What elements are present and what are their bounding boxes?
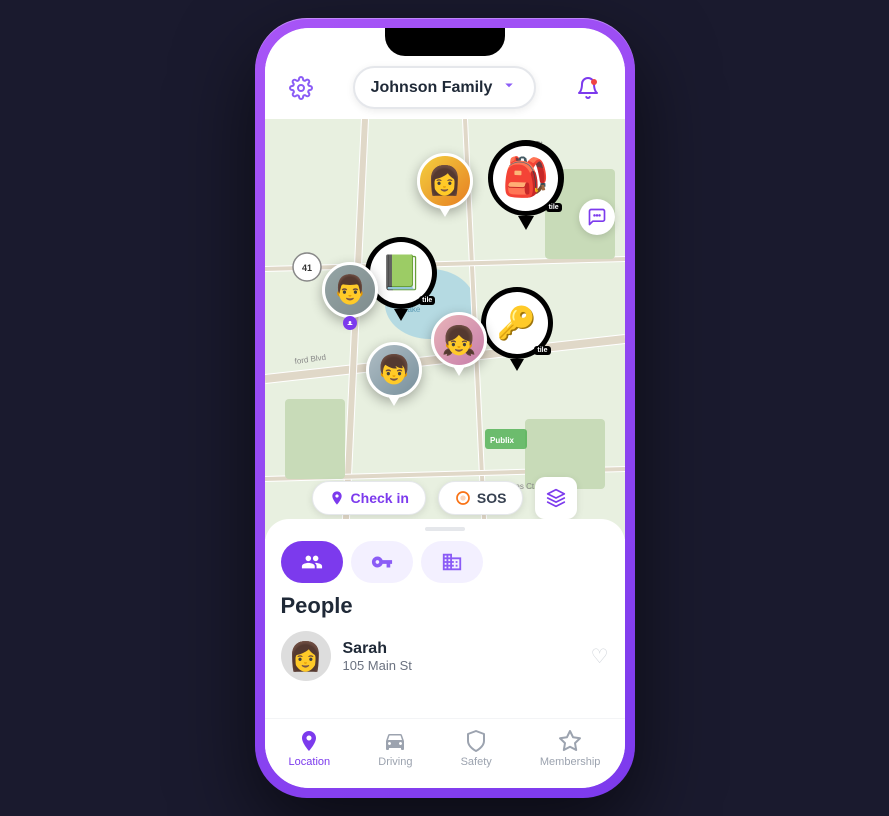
phone-notch xyxy=(385,28,505,56)
nav-location-label: Location xyxy=(289,756,331,768)
bottom-navigation: Location Driving Safety Membership xyxy=(265,718,625,788)
nav-safety-label: Safety xyxy=(461,756,492,768)
person-location-sarah: 105 Main St xyxy=(343,658,579,673)
tab-places[interactable] xyxy=(421,541,483,583)
marker-teen[interactable]: 👦 xyxy=(366,342,422,406)
layers-button[interactable] xyxy=(535,477,577,519)
svg-text:Publix: Publix xyxy=(490,436,515,445)
marker-girl2[interactable]: 👧 xyxy=(431,312,487,376)
sos-label: SOS xyxy=(477,490,507,506)
dropdown-arrow-icon xyxy=(500,76,518,99)
nav-driving[interactable]: Driving xyxy=(378,729,412,768)
marker-backpack[interactable]: 🎒 tile xyxy=(488,140,564,230)
nav-membership[interactable]: Membership xyxy=(540,729,601,768)
person-info-sarah: Sarah 105 Main St xyxy=(343,640,579,673)
checkin-button[interactable]: Check in xyxy=(312,481,426,515)
notifications-button[interactable] xyxy=(570,70,606,106)
person-row-sarah[interactable]: 👩 Sarah 105 Main St ♡ xyxy=(281,631,609,681)
family-name: Johnson Family xyxy=(371,79,493,97)
settings-button[interactable] xyxy=(283,70,319,106)
marker-keys[interactable]: 🔑 tile xyxy=(481,287,553,371)
nav-location[interactable]: Location xyxy=(289,729,331,768)
person-name-sarah: Sarah xyxy=(343,640,579,658)
safety-icon xyxy=(464,729,488,753)
view-tabs xyxy=(265,531,625,593)
phone-frame: Johnson Family xyxy=(255,18,635,798)
tab-people[interactable] xyxy=(281,541,343,583)
section-title: People xyxy=(281,593,609,619)
bottom-panel: People 👩 Sarah 105 Main St ♡ xyxy=(265,519,625,718)
map-area[interactable]: ford Blvd Bradyville Rd Todds Lake 41 Pu… xyxy=(265,119,625,539)
sos-button[interactable]: SOS xyxy=(438,481,524,515)
phone-screen: Johnson Family xyxy=(265,28,625,788)
chat-button[interactable] xyxy=(579,199,615,235)
favorite-button-sarah[interactable]: ♡ xyxy=(591,644,609,669)
person-avatar-sarah: 👩 xyxy=(281,631,331,681)
tab-items[interactable] xyxy=(351,541,413,583)
checkin-label: Check in xyxy=(351,490,409,506)
location-icon xyxy=(297,729,321,753)
svg-text:41: 41 xyxy=(302,263,312,273)
membership-icon xyxy=(558,729,582,753)
family-selector[interactable]: Johnson Family xyxy=(353,66,537,109)
nav-driving-label: Driving xyxy=(378,756,412,768)
driving-icon xyxy=(383,729,407,753)
marker-sarah[interactable]: 👩 xyxy=(417,153,473,217)
nav-safety[interactable]: Safety xyxy=(461,729,492,768)
marker-dad[interactable]: 👨 xyxy=(322,262,378,326)
people-list: People 👩 Sarah 105 Main St ♡ xyxy=(265,593,625,718)
nav-membership-label: Membership xyxy=(540,756,601,768)
